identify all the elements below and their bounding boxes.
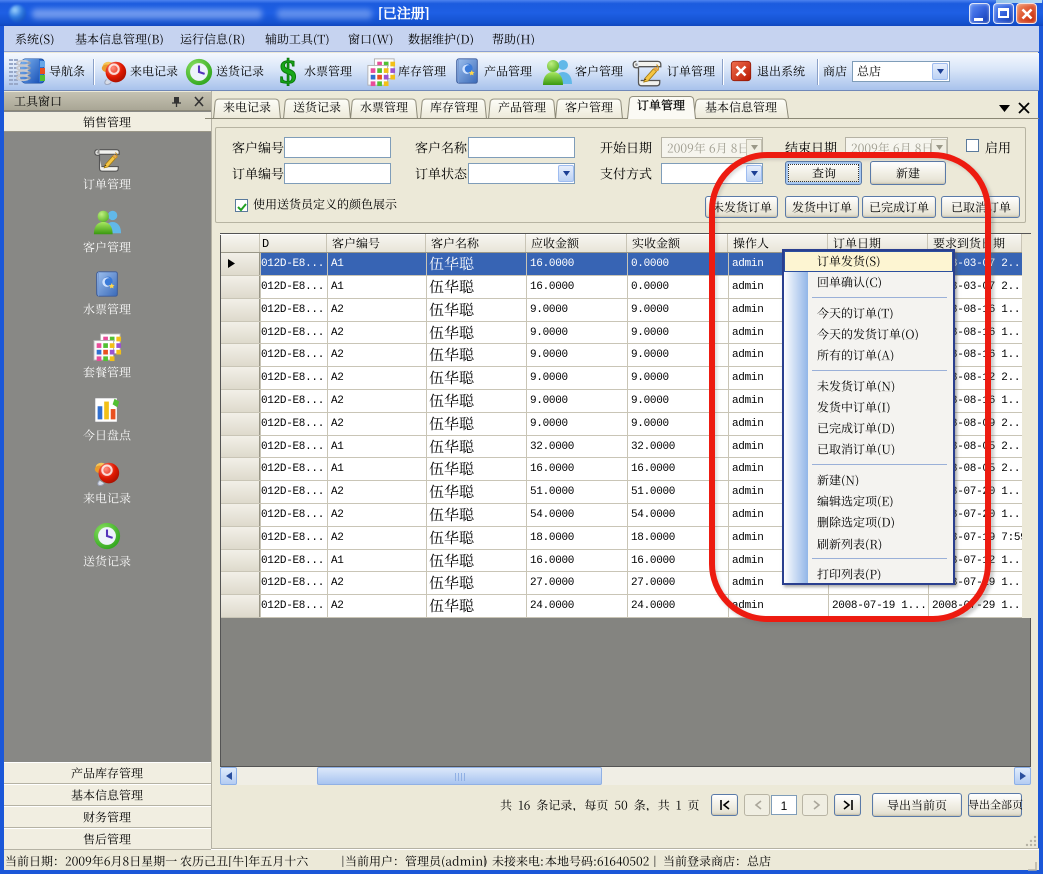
svg-text:$: $ [280,56,297,88]
